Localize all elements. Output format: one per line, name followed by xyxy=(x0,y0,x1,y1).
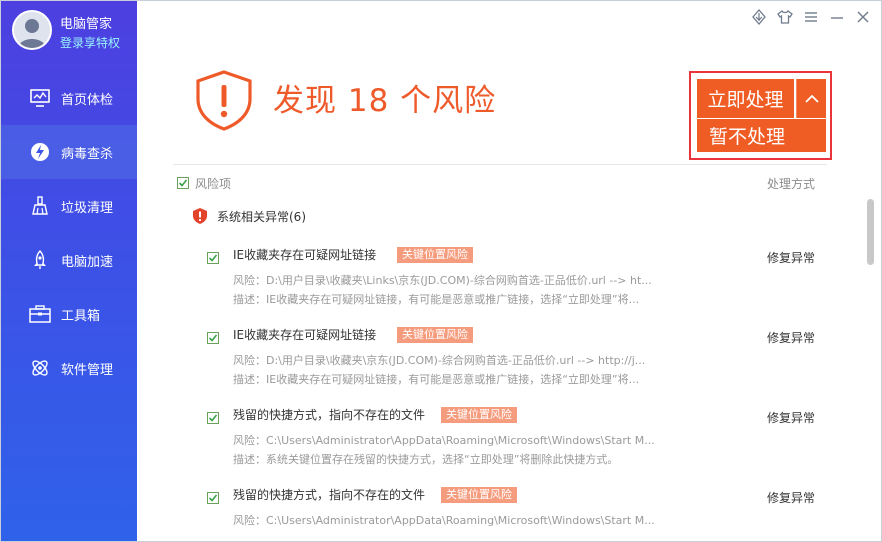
sidebar-item-label: 垃圾清理 xyxy=(61,200,114,216)
software-icon xyxy=(29,357,51,379)
divider xyxy=(173,164,827,165)
fix-action-link[interactable]: 修复异常 xyxy=(767,409,815,426)
item-risk-path: 风险：C:\Users\Administrator\AppData\Roamin… xyxy=(233,434,655,447)
fix-action-link[interactable]: 修复异常 xyxy=(767,329,815,346)
risk-tag: 关键位置风险 xyxy=(397,327,473,343)
list-item: 残留的快捷方式，指向不存在的文件 关键位置风险 风险：C:\Users\Admi… xyxy=(207,487,821,541)
tshirt-skin-icon[interactable] xyxy=(775,7,795,27)
item-checkbox[interactable] xyxy=(207,412,219,424)
column-risk-item: 风险项 xyxy=(195,177,232,191)
risk-tag: 关键位置风险 xyxy=(441,407,517,423)
sidebar-nav: 首页体检 病毒查杀 垃圾清理 电脑加速 工具箱 软件管理 xyxy=(1,71,137,395)
list-item: IE收藏夹存在可疑网址链接 关键位置风险 风险：D:\用户目录\收藏夹\Link… xyxy=(207,247,821,317)
login-link[interactable]: 登录享特权 xyxy=(60,34,120,51)
title-bar-controls xyxy=(749,7,873,29)
toolbox-icon xyxy=(29,303,51,325)
sidebar-item-label: 电脑加速 xyxy=(61,254,114,270)
item-checkbox[interactable] xyxy=(207,492,219,504)
rocket-icon xyxy=(29,249,51,271)
sidebar-item-label: 病毒查杀 xyxy=(61,146,114,162)
risk-group[interactable]: 系统相关异常(6) xyxy=(193,207,306,225)
item-description: 描述：IE收藏夹存在可疑网址链接，有可能是恶意或推广链接，选择“立即处理”将..… xyxy=(233,373,640,386)
shield-leaf-icon[interactable] xyxy=(749,7,769,27)
menu-icon[interactable] xyxy=(801,7,821,27)
column-action: 处理方式 xyxy=(766,177,815,191)
sidebar-item-toolbox[interactable]: 工具箱 xyxy=(1,287,137,341)
page-title: 发现 18 个风险 xyxy=(273,83,497,119)
profile: 电脑管家 登录享特权 xyxy=(1,1,137,65)
item-risk-path: 风险：D:\用户目录\收藏夹\京东(JD.COM)-综合网购首选-正品低价.ur… xyxy=(233,354,646,367)
warning-shield-icon xyxy=(193,69,255,131)
item-title: 残留的快捷方式，指向不存在的文件 xyxy=(233,488,426,502)
sidebar-item-speedup[interactable]: 电脑加速 xyxy=(1,233,137,287)
sidebar-item-home-checkup[interactable]: 首页体检 xyxy=(1,71,137,125)
small-warning-shield-icon xyxy=(193,208,207,224)
expand-toggle-button[interactable] xyxy=(796,79,826,118)
fix-action-link[interactable]: 修复异常 xyxy=(767,249,815,266)
select-all-checkbox[interactable] xyxy=(177,177,189,189)
risk-tag: 关键位置风险 xyxy=(397,247,473,263)
sidebar-item-virus-scan[interactable]: 病毒查杀 xyxy=(1,125,137,179)
list-item: IE收藏夹存在可疑网址链接 关键位置风险 风险：D:\用户目录\收藏夹\京东(J… xyxy=(207,327,821,397)
risk-tag: 关键位置风险 xyxy=(441,487,517,503)
risk-group-label: 系统相关异常(6) xyxy=(217,209,306,224)
app-name: 电脑管家 xyxy=(60,17,113,32)
list-header: 风险项 处理方式 xyxy=(177,175,821,193)
handle-now-button[interactable]: 立即处理 xyxy=(697,79,794,118)
close-icon[interactable] xyxy=(853,7,873,27)
chevron-up-icon xyxy=(804,89,820,108)
sidebar: 电脑管家 登录享特权 首页体检 病毒查杀 垃圾清理 电脑加速 工具箱 软件管理 xyxy=(1,1,137,541)
item-title: IE收藏夹存在可疑网址链接 xyxy=(233,328,377,342)
sidebar-item-junk-clean[interactable]: 垃圾清理 xyxy=(1,179,137,233)
virus-scan-icon xyxy=(29,141,51,163)
sidebar-item-label: 首页体检 xyxy=(61,92,114,108)
scrollbar-thumb[interactable] xyxy=(867,199,874,265)
avatar[interactable] xyxy=(12,10,52,50)
sidebar-item-label: 软件管理 xyxy=(61,362,114,378)
item-description: 描述：IE收藏夹存在可疑网址链接，有可能是恶意或推广链接，选择“立即处理”将..… xyxy=(233,293,640,306)
minimize-icon[interactable] xyxy=(827,7,847,27)
app-window: 电脑管家 登录享特权 首页体检 病毒查杀 垃圾清理 电脑加速 工具箱 软件管理 … xyxy=(0,0,882,542)
item-description: 描述：系统关键位置存在残留的快捷方式，选择“立即处理”将删除此快捷方式。 xyxy=(233,453,619,466)
skip-for-now-button[interactable]: 暂不处理 xyxy=(697,119,826,152)
sidebar-item-label: 工具箱 xyxy=(61,308,101,324)
list-item: 残留的快捷方式，指向不存在的文件 关键位置风险 风险：C:\Users\Admi… xyxy=(207,407,821,477)
item-checkbox[interactable] xyxy=(207,252,219,264)
item-checkbox[interactable] xyxy=(207,332,219,344)
monitor-icon xyxy=(29,87,51,109)
item-risk-path: 风险：D:\用户目录\收藏夹\Links\京东(JD.COM)-综合网购首选-正… xyxy=(233,274,652,287)
item-title: IE收藏夹存在可疑网址链接 xyxy=(233,248,377,262)
broom-icon xyxy=(29,195,51,217)
item-risk-path: 风险：C:\Users\Administrator\AppData\Roamin… xyxy=(233,514,655,527)
fix-action-link[interactable]: 修复异常 xyxy=(767,489,815,506)
action-highlight-box: 立即处理 暂不处理 xyxy=(689,71,832,160)
sidebar-item-software[interactable]: 软件管理 xyxy=(1,341,137,395)
item-title: 残留的快捷方式，指向不存在的文件 xyxy=(233,408,426,422)
